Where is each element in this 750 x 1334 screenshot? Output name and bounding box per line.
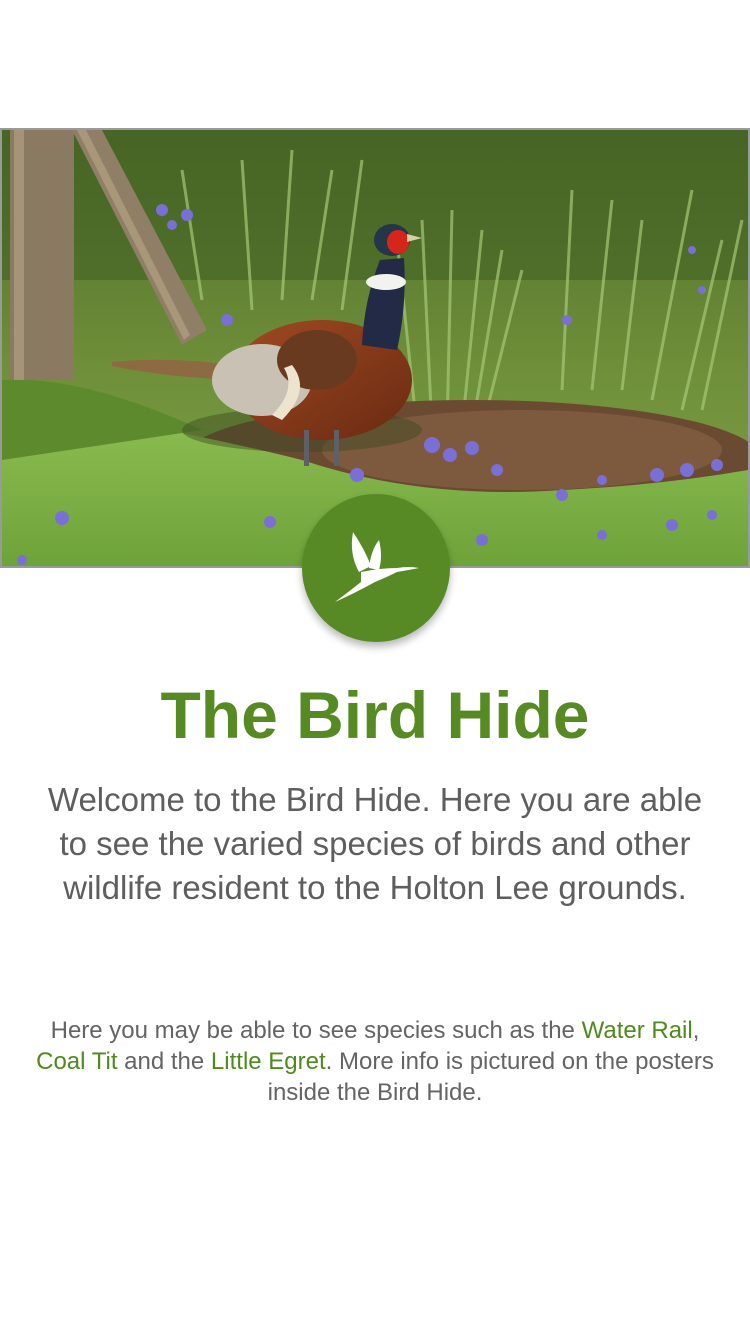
page: The Bird Hide Welcome to the Bird Hide. … — [0, 0, 750, 1334]
species-separator-text: and the — [117, 1048, 211, 1075]
species-separator-text: , — [692, 1017, 700, 1044]
intro-paragraph: Welcome to the Bird Hide. Here you are a… — [47, 781, 703, 906]
species-intro-text: Here you may be able to see species such… — [50, 1017, 582, 1044]
species-paragraph: Here you may be able to see species such… — [30, 1015, 720, 1108]
species-link-little-egret[interactable]: Little Egret — [211, 1048, 326, 1075]
hummingbird-icon — [335, 532, 419, 602]
species-link-water-rail[interactable]: Water Rail — [582, 1017, 693, 1044]
page-title: The Bird Hide — [160, 678, 590, 752]
bird-hide-badge — [302, 494, 450, 642]
species-outro-text: . More info is pictured on the posters i… — [267, 1048, 714, 1106]
species-link-coal-tit[interactable]: Coal Tit — [36, 1048, 117, 1075]
